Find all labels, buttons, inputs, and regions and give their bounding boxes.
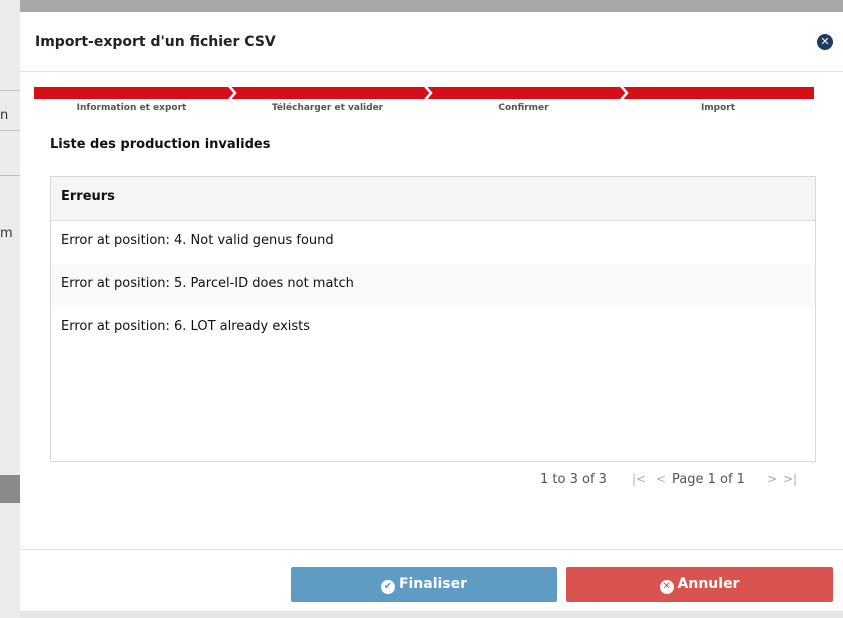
stepper-bar bbox=[34, 87, 814, 101]
step-confirmer: Confirmer bbox=[498, 103, 549, 113]
table-row[interactable]: Error at position: 4. Not valid genus fo… bbox=[51, 221, 815, 264]
step-import: Import bbox=[700, 103, 736, 113]
backdrop-divider bbox=[0, 130, 20, 131]
invalid-list-title: Liste des production invalides bbox=[50, 137, 271, 152]
last-page-icon[interactable]: >| bbox=[783, 472, 797, 486]
page-indicator: Page 1 of 1 bbox=[672, 472, 745, 487]
cancel-button[interactable]: ✕ Annuler bbox=[566, 567, 833, 602]
backdrop-block bbox=[0, 475, 20, 503]
table-row[interactable]: Error at position: 6. LOT already exists bbox=[51, 307, 815, 350]
column-header-erreurs[interactable]: Erreurs bbox=[51, 177, 815, 221]
dialog-title: Import-export d'un fichier CSV bbox=[35, 34, 276, 50]
stepper-progress bbox=[34, 87, 814, 99]
import-export-dialog: Import-export d'un fichier CSV ✕ Informa… bbox=[20, 12, 843, 611]
backdrop-divider bbox=[0, 175, 20, 176]
dialog-header: Import-export d'un fichier CSV ✕ bbox=[20, 12, 843, 72]
close-circle-icon: ✕ bbox=[659, 580, 674, 594]
backdrop-text: n bbox=[0, 108, 9, 123]
finish-button[interactable]: ✔ Finaliser bbox=[291, 567, 557, 602]
cancel-button-label: Annuler bbox=[677, 576, 740, 592]
check-circle-icon: ✔ bbox=[380, 580, 395, 594]
wizard-stepper: Information et export Télécharger et val… bbox=[34, 87, 814, 117]
prev-page-icon[interactable]: < bbox=[656, 472, 666, 486]
close-icon[interactable]: ✕ bbox=[817, 34, 833, 50]
table-row[interactable]: Error at position: 5. Parcel-ID does not… bbox=[51, 264, 815, 307]
step-information-export: Information et export bbox=[76, 103, 187, 113]
dialog-footer: ✔ Finaliser ✕ Annuler bbox=[20, 549, 843, 611]
backdrop-overlay bbox=[20, 0, 843, 12]
backdrop-overlay bbox=[20, 611, 843, 618]
backdrop-divider bbox=[0, 90, 20, 91]
backdrop-page: n m bbox=[0, 0, 20, 618]
pagination: 1 to 3 of 3 |< < Page 1 of 1 > >| bbox=[540, 472, 810, 492]
errors-table: Erreurs Error at position: 4. Not valid … bbox=[50, 176, 816, 462]
backdrop-text: m bbox=[0, 226, 13, 241]
finish-button-label: Finaliser bbox=[398, 576, 468, 592]
first-page-icon[interactable]: |< bbox=[632, 472, 646, 486]
pagination-summary: 1 to 3 of 3 bbox=[540, 472, 607, 487]
next-page-icon[interactable]: > bbox=[767, 472, 777, 486]
step-telecharger-valider: Télécharger et valider bbox=[271, 103, 384, 113]
